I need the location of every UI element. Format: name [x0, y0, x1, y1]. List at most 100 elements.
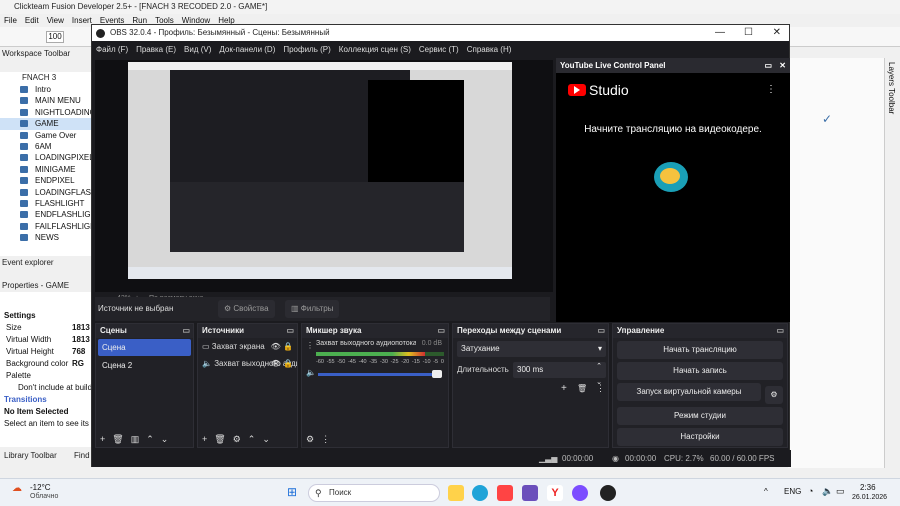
add-icon[interactable]: +	[202, 434, 207, 444]
obs-menu-item[interactable]: Справка (H)	[467, 45, 512, 54]
tree-root[interactable]: FNACH 3 RECODED	[0, 72, 92, 94]
delete-icon[interactable]: 🗑	[112, 434, 123, 444]
tree-item[interactable]: LOADINGFLASHL	[0, 187, 92, 198]
add-icon[interactable]: +	[100, 434, 105, 444]
property-row[interactable]: Virtual Width 1813	[0, 334, 92, 346]
virtual-camera-button[interactable]: Запуск виртуальной камеры	[617, 383, 761, 401]
more-icon[interactable]: ⋮	[596, 383, 605, 394]
popout-icon[interactable]: ▭	[597, 324, 605, 338]
app-icon[interactable]	[522, 485, 538, 501]
visibility-icon[interactable]: 👁 🔒	[271, 338, 293, 355]
obs-menu-item[interactable]: Сервис (T)	[419, 45, 459, 54]
tree-item[interactable]: ENDPIXEL	[0, 175, 92, 186]
obs-menu-item[interactable]: Док-панели (D)	[219, 45, 275, 54]
battery-icon[interactable]: ▭	[836, 486, 845, 497]
add-icon[interactable]: +	[561, 383, 567, 394]
obs-menu-item[interactable]: Правка (E)	[136, 45, 176, 54]
dock-close-icon[interactable]: ✕	[779, 58, 786, 73]
minimize-button[interactable]: —	[715, 25, 725, 41]
dont-include-checkbox[interactable]: Don't include at build	[0, 382, 92, 394]
duration-input[interactable]: 300 ms ⌃ ⌄	[513, 362, 606, 386]
source-item[interactable]: 🔈 Захват выходного аудиопотока👁 🔒	[198, 355, 297, 372]
maximize-button[interactable]: ☐	[744, 25, 753, 41]
delete-icon[interactable]: 🗑	[577, 384, 587, 393]
scene-item[interactable]: Сцена	[98, 339, 191, 356]
preview-area[interactable]	[95, 60, 553, 292]
close-button[interactable]: ✕	[773, 25, 781, 41]
start-record-button[interactable]: Начать запись	[617, 362, 783, 380]
ctf-menu-file[interactable]: File	[4, 16, 17, 25]
source-item[interactable]: ▭ Захват экрана 👁 🔒	[198, 338, 297, 355]
settings-button[interactable]: Настройки	[617, 428, 783, 446]
tree-item[interactable]: Game Over	[0, 130, 92, 141]
tree-item[interactable]: MINIGAME	[0, 164, 92, 175]
taskbar-search[interactable]: ⚲ Поиск	[308, 484, 440, 502]
obs-taskbar-icon[interactable]	[600, 485, 616, 501]
popout-icon[interactable]: ▭	[286, 324, 294, 338]
properties-button[interactable]: ⚙ Свойства	[218, 300, 275, 318]
virtual-camera-settings-icon[interactable]: ⚙	[765, 386, 783, 404]
up-icon[interactable]: ⌃	[146, 434, 154, 444]
yandex-icon[interactable]: Y	[547, 485, 563, 501]
tray-chevron-icon[interactable]: ^	[764, 487, 768, 496]
speaker-icon[interactable]: 🔈	[306, 368, 316, 377]
gear-icon[interactable]: ⚙	[233, 434, 241, 444]
studio-mode-button[interactable]: Режим студии	[617, 407, 783, 425]
volume-handle[interactable]	[432, 370, 442, 378]
source-toolbar: Источник не выбран ⚙ Свойства ▥ Фильтры	[95, 297, 550, 321]
folder-icon[interactable]	[448, 485, 464, 501]
delete-icon[interactable]: 🗑	[214, 434, 225, 444]
undock-icon[interactable]: ▭	[764, 58, 772, 73]
down-icon[interactable]: ⌄	[161, 434, 169, 444]
ctf-menu-view[interactable]: View	[47, 16, 64, 25]
popout-icon[interactable]: ▭	[182, 324, 190, 338]
transition-select[interactable]: Затухание ▾	[457, 341, 606, 357]
start-stream-button[interactable]: Начать трансляцию	[617, 341, 783, 359]
popout-icon[interactable]: ▭	[437, 324, 445, 338]
property-row[interactable]: Palette	[0, 370, 92, 382]
clock-time[interactable]: 2:36	[860, 483, 876, 492]
ctf-menu-insert[interactable]: Insert	[72, 16, 92, 25]
more-options-icon[interactable]: ⋮	[766, 84, 776, 95]
tree-item[interactable]: NIGHTLOADING	[0, 107, 92, 118]
property-row[interactable]: Size 1813	[0, 322, 92, 334]
event-explorer-title[interactable]: Event explorer	[0, 257, 92, 269]
tree-item[interactable]: ENDFLASHLIGHT	[0, 209, 92, 220]
obs-menu-item[interactable]: Вид (V)	[184, 45, 211, 54]
down-icon[interactable]: ⌄	[262, 434, 270, 444]
up-icon[interactable]: ⌃	[248, 434, 256, 444]
popout-icon[interactable]: ▭	[776, 324, 784, 338]
tree-item[interactable]: LOADINGPIXEL	[0, 152, 92, 163]
visibility-icon[interactable]: 👁 🔒	[271, 355, 293, 372]
volume-slider[interactable]	[318, 373, 436, 376]
start-icon[interactable]: ⊞	[287, 485, 297, 499]
tree-item[interactable]: Intro	[0, 84, 92, 95]
tree-item[interactable]: FLASHLIGHT	[0, 198, 92, 209]
property-row[interactable]: Background color RG	[0, 358, 92, 370]
store-icon[interactable]	[497, 485, 513, 501]
obs-menu-item[interactable]: Файл (F)	[96, 45, 128, 54]
tree-item[interactable]: MAIN MENU	[0, 95, 92, 106]
browser-icon[interactable]	[572, 485, 588, 501]
weather-temp[interactable]: -12°C	[30, 483, 51, 492]
library-toolbar-tab[interactable]: Library Toolbar	[2, 450, 72, 462]
obs-menu-item[interactable]: Коллекция сцен (S)	[339, 45, 411, 54]
scene-item[interactable]: Сцена 2	[98, 357, 191, 374]
filters-button[interactable]: ▥ Фильтры	[285, 300, 340, 318]
obs-menu-item[interactable]: Профиль (P)	[283, 45, 330, 54]
filter-icon[interactable]: ▥	[131, 434, 140, 444]
volume-icon[interactable]: 🔈	[822, 486, 833, 497]
edge-icon[interactable]	[472, 485, 488, 501]
more-icon[interactable]: ⋮	[321, 434, 330, 444]
zoom-field[interactable]: 100	[46, 31, 64, 43]
wifi-icon[interactable]: ◔	[808, 486, 813, 496]
ctf-menu-edit[interactable]: Edit	[25, 16, 39, 25]
tree-item[interactable]: 6AM	[0, 141, 92, 152]
transitions-section[interactable]: Transitions	[0, 394, 92, 406]
language-indicator[interactable]: ENG	[784, 487, 801, 496]
tree-item[interactable]: GAME	[0, 118, 92, 130]
property-row[interactable]: Virtual Height 768	[0, 346, 92, 358]
gear-icon[interactable]: ⚙	[306, 434, 314, 444]
tree-item[interactable]: NEWS	[0, 232, 92, 243]
tree-item[interactable]: FAILFLASHLIGHT	[0, 221, 92, 232]
